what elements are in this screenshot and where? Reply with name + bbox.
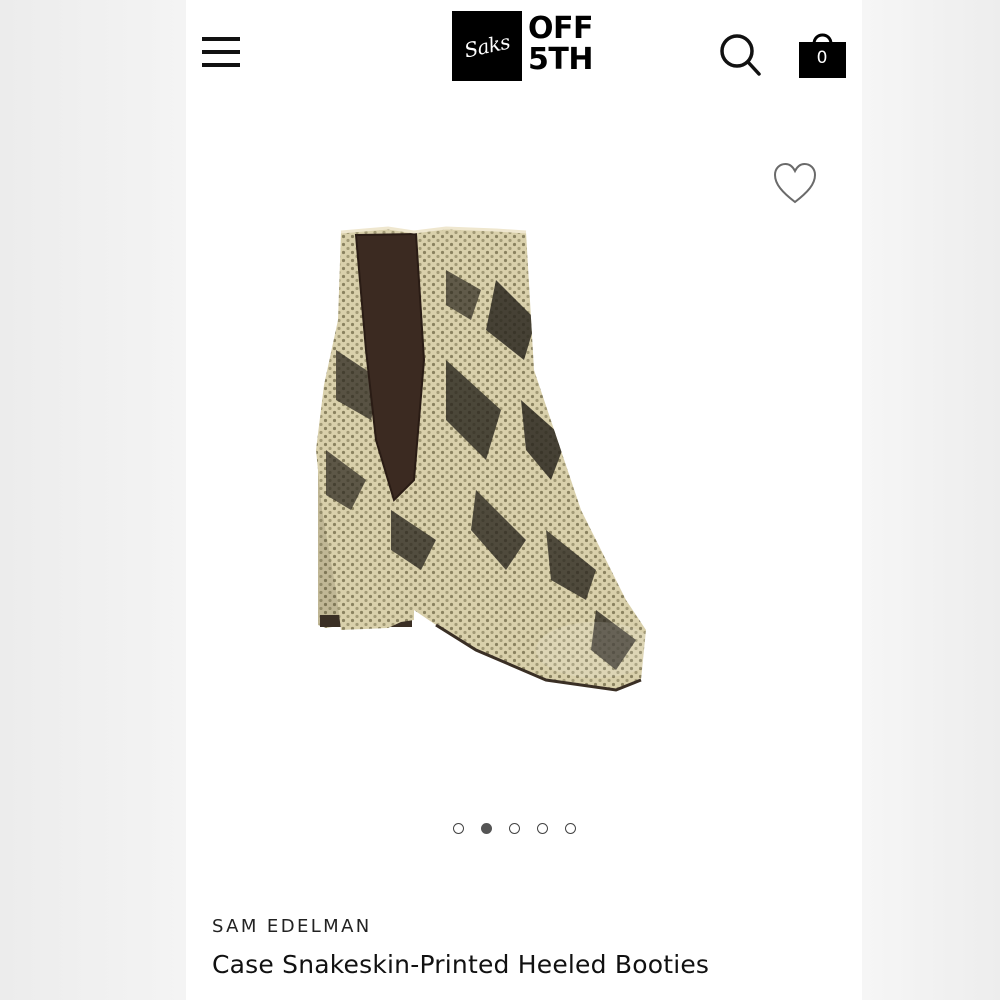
heart-outline-icon[interactable] xyxy=(772,162,818,206)
product-brand[interactable]: SAM EDELMAN xyxy=(212,916,372,937)
carousel-dot[interactable] xyxy=(537,823,548,834)
bag-count-badge: 0 xyxy=(816,48,828,68)
logo-script: Saks xyxy=(461,29,512,63)
carousel-dot[interactable] xyxy=(509,823,520,834)
carousel-dot[interactable] xyxy=(453,823,464,834)
right-background xyxy=(862,0,1000,1000)
logo-wordmark: OFF 5TH xyxy=(528,11,594,77)
logo-line-1: OFF xyxy=(528,11,594,46)
search-icon[interactable] xyxy=(718,32,762,78)
product-page: Saks OFF 5TH 0 SAM EDELMAN Case Snakeski… xyxy=(186,0,862,1000)
product-image[interactable] xyxy=(296,210,736,700)
logo-line-2: 5TH xyxy=(528,42,593,77)
left-background xyxy=(0,0,186,1000)
carousel-dot-active[interactable] xyxy=(481,823,492,834)
hamburger-menu-icon[interactable] xyxy=(200,35,242,71)
product-title: Case Snakeskin-Printed Heeled Booties xyxy=(212,950,710,979)
image-carousel-dots xyxy=(453,823,576,839)
shopping-bag-icon[interactable]: 0 xyxy=(798,30,848,80)
logo-box: Saks xyxy=(452,11,522,81)
saks-off-5th-logo[interactable]: Saks OFF 5TH xyxy=(452,11,602,81)
carousel-dot[interactable] xyxy=(565,823,576,834)
site-header: Saks OFF 5TH 0 xyxy=(186,0,862,110)
